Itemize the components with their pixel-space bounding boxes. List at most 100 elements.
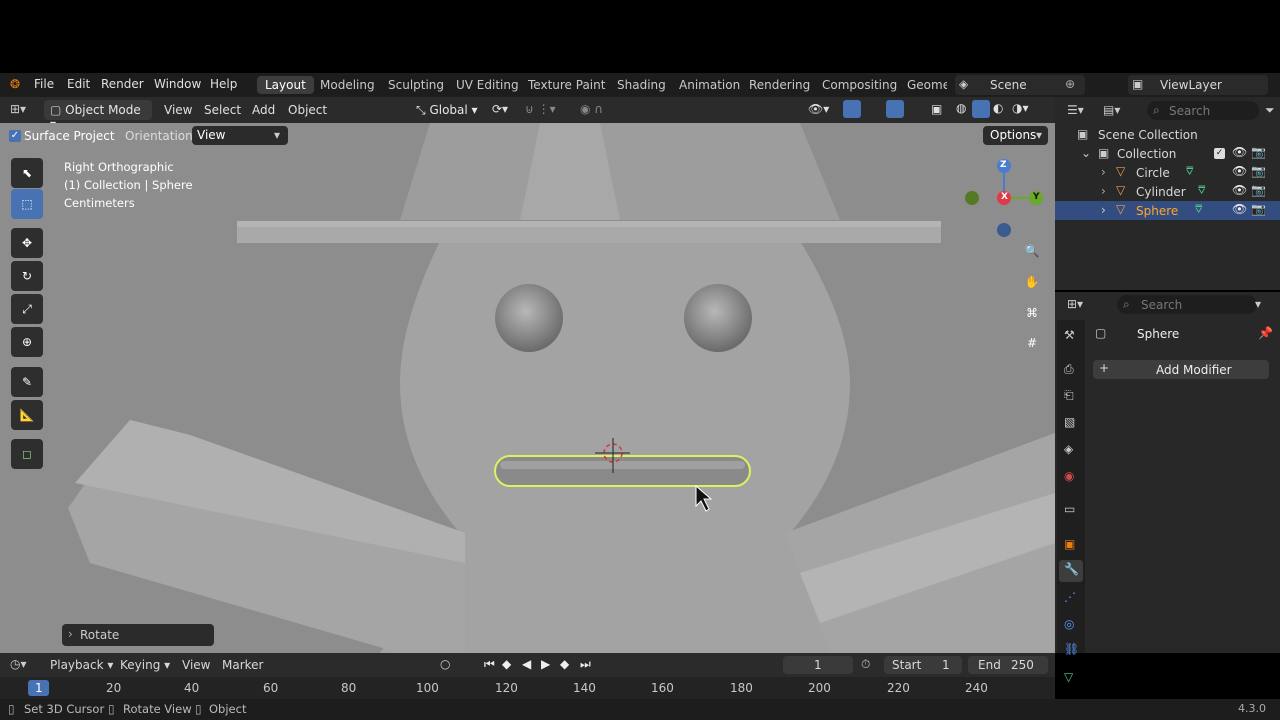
add-modifier-button[interactable]: + Add Modifier — [1093, 360, 1269, 379]
transform-orientation-dropdown[interactable]: ⤡ Global ▾ — [410, 100, 484, 120]
material-shading-icon[interactable]: ◐ — [993, 101, 1003, 115]
menu-help[interactable]: Help — [210, 77, 237, 91]
surface-project-checkbox[interactable]: ✓ — [9, 130, 21, 142]
transform-tool-button[interactable]: ⊕ — [11, 327, 43, 357]
menu-object[interactable]: Object — [288, 103, 327, 117]
annotate-tool-button[interactable]: ✎ — [11, 367, 43, 397]
wireframe-shading-icon[interactable]: ◍ — [956, 101, 966, 115]
collection-tab-icon[interactable]: ▭ — [1064, 502, 1075, 516]
timeline-ruler[interactable]: 1 20 40 60 80 100 120 140 160 180 200 22… — [0, 677, 1055, 699]
tab-shading[interactable]: Shading — [609, 76, 674, 94]
jump-end-icon[interactable]: ⏭ — [580, 657, 591, 672]
menu-edit[interactable]: Edit — [67, 77, 90, 91]
viewlayer-selector[interactable]: ▣ ViewLayer — [1128, 75, 1268, 95]
visibility-icon[interactable]: 👁▾ — [808, 102, 829, 116]
tab-compositing[interactable]: Compositing — [814, 76, 905, 94]
xray-icon[interactable]: ▣ — [931, 102, 942, 116]
grid-icon[interactable]: # — [1019, 330, 1045, 356]
outliner-item-sphere[interactable]: › ▽ Sphere ⩢ 👁 📷 — [1055, 201, 1280, 220]
rendered-shading-icon[interactable]: ◑▾ — [1012, 101, 1029, 115]
options-dropdown[interactable]: Options ▾ — [983, 126, 1048, 145]
overlay-toggle-icon[interactable] — [886, 100, 904, 118]
exclude-checkbox[interactable]: ✓ — [1214, 148, 1225, 159]
outliner-collection[interactable]: ⌄ ▣ Collection ✓ 👁 📷 — [1055, 144, 1280, 163]
add-cube-tool-button[interactable]: ◻ — [11, 439, 43, 469]
world-tab-icon[interactable]: ◉ — [1064, 469, 1074, 483]
editor-type-icon[interactable]: ⊞▾ — [10, 102, 26, 116]
zoom-icon[interactable]: 🔍 — [1019, 238, 1045, 264]
scene-selector[interactable]: ◈ Scene ⊕ — [955, 75, 1085, 95]
menu-view[interactable]: View — [164, 103, 192, 117]
chevron-down-icon[interactable]: ▾ — [1255, 297, 1261, 311]
tab-layout[interactable]: Layout — [257, 76, 314, 94]
tab-uv-editing[interactable]: UV Editing — [448, 76, 527, 94]
data-tab-icon[interactable]: ▽ — [1064, 670, 1073, 684]
constraints-tab-icon[interactable]: ⛓ — [1064, 642, 1079, 656]
output-tab-icon[interactable]: ⎗ — [1064, 388, 1074, 403]
menu-select[interactable]: Select — [204, 103, 241, 117]
render-tab-icon[interactable]: ⎙ — [1064, 362, 1074, 377]
outliner-search-input[interactable]: ⌕ Search — [1147, 101, 1259, 120]
camera-render-icon[interactable]: 📷 — [1251, 202, 1266, 216]
scene-tab-icon[interactable]: ◈ — [1064, 442, 1073, 456]
outliner-item-circle[interactable]: › ▽ Circle ⩢ 👁 📷 — [1055, 163, 1280, 182]
proportional-edit-icon[interactable]: ◉ ∩ — [580, 102, 603, 116]
tab-rendering[interactable]: Rendering — [741, 76, 818, 94]
measure-tool-button[interactable]: 📐 — [11, 400, 43, 430]
properties-search-input[interactable]: ⌕ Search — [1117, 295, 1257, 314]
camera-render-icon[interactable]: 📷 — [1251, 164, 1266, 178]
expand-chevron-icon[interactable]: › — [1101, 165, 1106, 179]
outliner-item-cylinder[interactable]: › ▽ Cylinder ⩢ 👁 📷 — [1055, 182, 1280, 201]
tab-animation[interactable]: Animation — [671, 76, 748, 94]
scale-tool-button[interactable]: ⤢ — [11, 294, 43, 324]
next-keyframe-icon[interactable]: ◆ — [560, 657, 569, 671]
record-icon[interactable]: ○ — [440, 657, 450, 671]
snap-icon[interactable]: ⊍ ⋮▾ — [525, 102, 556, 116]
playback-menu[interactable]: Playback ▾ — [50, 658, 113, 672]
play-reverse-icon[interactable]: ◀ — [522, 657, 531, 671]
current-frame-field[interactable]: 1 — [783, 656, 853, 674]
rotate-tool-button[interactable]: ↻ — [11, 261, 43, 291]
outliner-scene-collection[interactable]: ▣ Scene Collection — [1055, 125, 1280, 144]
filter-icon[interactable]: ⏷ — [1265, 103, 1275, 118]
camera-icon[interactable]: ⌘ — [1019, 300, 1045, 326]
view-layer-tab-icon[interactable]: ▧ — [1064, 415, 1075, 429]
pan-hand-icon[interactable]: ✋ — [1019, 269, 1045, 295]
menu-render[interactable]: Render — [101, 77, 144, 91]
pin-icon[interactable]: 📌 — [1258, 326, 1273, 340]
eye-icon[interactable]: 👁 — [1232, 183, 1247, 197]
tab-texture-paint[interactable]: Texture Paint — [520, 76, 613, 94]
tab-sculpting[interactable]: Sculpting — [380, 76, 452, 94]
camera-render-icon[interactable]: 📷 — [1251, 145, 1266, 159]
pivot-icon[interactable]: ⟳▾ — [492, 102, 508, 116]
physics-tab-icon[interactable]: ◎ — [1064, 617, 1074, 631]
keying-menu[interactable]: Keying ▾ — [120, 658, 170, 672]
properties-editor-icon[interactable]: ⊞▾ — [1067, 297, 1083, 311]
prev-keyframe-icon[interactable]: ◆ — [502, 657, 511, 671]
outliner-editor-icon[interactable]: ☰▾ — [1067, 103, 1084, 117]
playhead[interactable]: 1 — [28, 680, 49, 696]
solid-shading-icon[interactable] — [972, 100, 990, 118]
end-frame-field[interactable]: End 250 — [968, 656, 1048, 674]
marker-menu[interactable]: Marker — [222, 658, 263, 672]
eye-icon[interactable]: 👁 — [1232, 145, 1247, 159]
gizmo-toggle-icon[interactable] — [843, 100, 861, 118]
display-mode-icon[interactable]: ▤▾ — [1103, 103, 1120, 117]
select-box-tool-button[interactable]: ⬚ — [11, 189, 43, 219]
last-operator-panel[interactable]: › Rotate — [62, 624, 214, 646]
menu-window[interactable]: Window — [154, 77, 201, 91]
jump-start-icon[interactable]: ⏮ — [484, 657, 495, 672]
tab-geometry[interactable]: Geome — [899, 76, 947, 94]
timeline-view-menu[interactable]: View — [182, 658, 210, 672]
menu-file[interactable]: File — [34, 77, 54, 91]
modifier-tab-active[interactable]: 🔧 — [1059, 560, 1083, 582]
orientation-dropdown[interactable]: View ▾ — [192, 126, 288, 145]
particles-tab-icon[interactable]: ⋰ — [1064, 590, 1076, 604]
expand-chevron-icon[interactable]: ⌄ — [1081, 146, 1091, 160]
eye-icon[interactable]: 👁 — [1232, 202, 1247, 216]
move-tool-button[interactable]: ✥ — [11, 228, 43, 258]
expand-chevron-icon[interactable]: › — [1101, 203, 1106, 217]
eye-icon[interactable]: 👁 — [1232, 164, 1247, 178]
stopwatch-icon[interactable]: ⏱ — [861, 657, 870, 672]
tweak-tool-button[interactable]: ⬉ — [11, 158, 43, 188]
